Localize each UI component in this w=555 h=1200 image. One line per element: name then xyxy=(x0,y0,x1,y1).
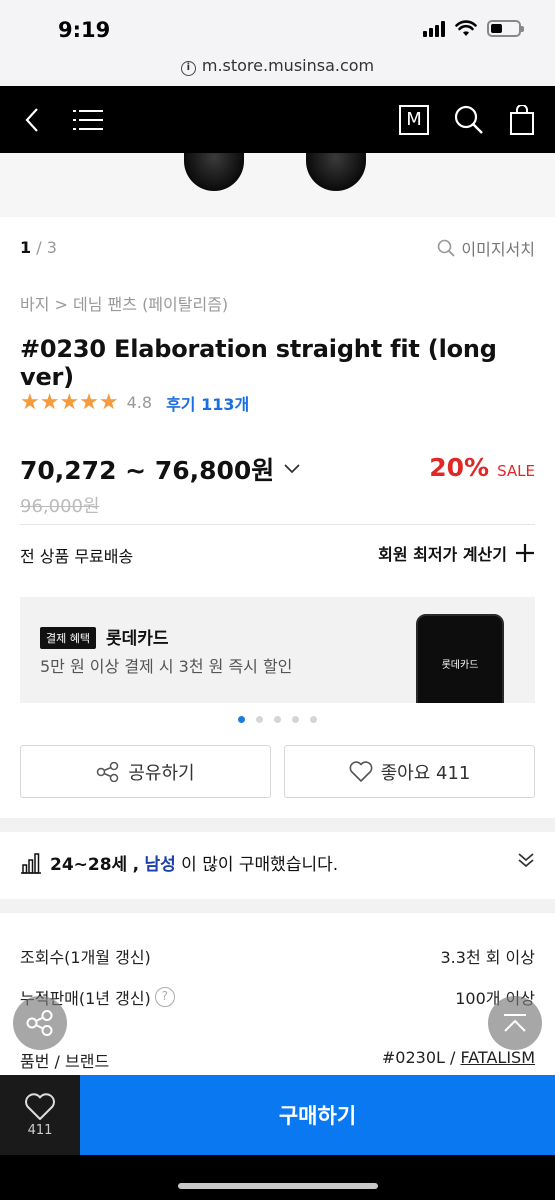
cellular-signal-icon xyxy=(423,20,445,37)
discount-percent: 20% xyxy=(429,453,490,482)
pager-total: / 3 xyxy=(36,238,57,257)
breadcrumb[interactable]: 바지 > 데님 팬츠 (페이탈리즘) xyxy=(20,291,228,315)
arrow-up-icon xyxy=(504,1014,526,1032)
hamburger-menu-icon[interactable] xyxy=(70,86,106,153)
demographic-age: 24~28세 xyxy=(50,855,128,875)
image-search-label: 이미지서치 xyxy=(461,240,535,259)
info-label: 조회수(1개월 갱신) xyxy=(20,948,151,967)
like-count: 411 xyxy=(27,1122,53,1138)
url-text: m.store.musinsa.com xyxy=(201,56,375,75)
phone-image: 롯데카드 xyxy=(416,614,504,703)
like-label: 좋아요 411 xyxy=(380,762,471,784)
home-area xyxy=(0,1155,555,1200)
home-indicator[interactable] xyxy=(178,1183,378,1189)
heart-icon xyxy=(349,761,373,782)
logo-text: M xyxy=(399,104,429,135)
header-nav: M xyxy=(0,86,555,153)
sale-label: SALE xyxy=(497,462,535,480)
divider xyxy=(20,524,535,525)
status-icons xyxy=(423,20,524,37)
brand-link[interactable]: FATALISM xyxy=(460,1048,535,1067)
bottom-purchase-bar: 411 구매하기 xyxy=(0,1075,555,1155)
url-bar[interactable]: i m.store.musinsa.com xyxy=(0,56,555,86)
discount: 20% SALE xyxy=(429,453,535,482)
benefit-tag: 결제 혜택 xyxy=(40,627,96,649)
price-text: 70,272 ~ 76,800원 xyxy=(20,456,275,485)
help-icon[interactable]: ? xyxy=(154,987,175,1007)
original-price: 96,000원 xyxy=(20,496,100,517)
pagination-dot[interactable] xyxy=(238,716,245,723)
demographic-suffix: 이 많이 구매했습니다. xyxy=(181,855,339,875)
battery-icon xyxy=(487,20,524,37)
image-pager: 1 / 3 xyxy=(20,238,57,257)
section-gap xyxy=(0,899,555,913)
pagination-dot[interactable] xyxy=(256,716,263,723)
payment-benefit-banner[interactable]: 결제 혜택 롯데카드 5만 원 이상 결제 시 3천 원 즉시 할인 롯데카드 xyxy=(20,597,535,703)
info-row-brand: 품번 / 브랜드 #0230L / FATALISM xyxy=(20,1048,535,1072)
bottom-like-button[interactable]: 411 xyxy=(0,1075,80,1155)
product-title: #0230 Elaboration straight fit (long ver… xyxy=(20,335,497,391)
price-calculator-button[interactable]: 회원 최저가 계산기 xyxy=(378,541,535,565)
heart-icon xyxy=(25,1092,55,1120)
chevron-down-icon xyxy=(284,464,300,474)
share-icon xyxy=(97,761,119,782)
phone-card-brand: 롯데카드 xyxy=(441,660,479,671)
rating-value: 4.8 xyxy=(126,393,153,412)
rating-stars: ★★★★★ xyxy=(20,390,119,415)
back-icon[interactable] xyxy=(14,86,50,153)
search-icon xyxy=(438,239,456,257)
info-icon[interactable]: i xyxy=(180,61,196,76)
section-gap xyxy=(0,818,555,832)
buyer-demographic: 24~28세 , 남성 이 많이 구매했습니다. xyxy=(20,850,338,875)
floating-share-button[interactable] xyxy=(13,996,67,1050)
product-image[interactable] xyxy=(0,153,555,217)
share-icon xyxy=(26,1010,53,1036)
expand-chevron-icon[interactable] xyxy=(517,852,535,872)
pager-current: 1 xyxy=(20,238,32,257)
search-icon[interactable] xyxy=(452,86,486,153)
musinsa-logo-icon[interactable]: M xyxy=(398,86,430,153)
benefit-description: 5만 원 이상 결제 시 3천 원 즉시 할인 xyxy=(40,657,293,676)
buy-button[interactable]: 구매하기 xyxy=(80,1075,555,1155)
price-range[interactable]: 70,272 ~ 76,800원 xyxy=(20,451,300,487)
image-search-button[interactable]: 이미지서치 xyxy=(437,236,535,260)
info-label: 품번 / 브랜드 xyxy=(20,1052,110,1071)
calculator-label: 회원 최저가 계산기 xyxy=(378,545,507,564)
banner-pagination xyxy=(0,716,555,723)
card-name: 롯데카드 xyxy=(106,629,169,649)
wifi-icon xyxy=(455,20,477,36)
demographic-gender: 남성 xyxy=(144,855,176,875)
status-bar: 9:19 xyxy=(0,0,555,60)
shopping-bag-icon[interactable] xyxy=(506,86,538,153)
product-photo-shoe-right xyxy=(306,153,366,191)
pagination-dot[interactable] xyxy=(310,716,317,723)
pagination-dot[interactable] xyxy=(292,716,299,723)
info-row-views: 조회수(1개월 갱신) 3.3천 회 이상 xyxy=(20,944,535,968)
share-button[interactable]: 공유하기 xyxy=(20,745,271,798)
share-label: 공유하기 xyxy=(128,762,195,784)
free-shipping-label: 전 상품 무료배송 xyxy=(20,547,134,566)
info-row-sales: 누적판매(1년 갱신)? 100개 이상 xyxy=(20,985,535,1009)
bar-chart-icon xyxy=(21,852,41,874)
plus-icon xyxy=(516,544,534,562)
demographic-separator: , xyxy=(132,855,140,875)
review-link[interactable]: 후기 113개 xyxy=(166,391,249,415)
rating: ★★★★★ 4.8 후기 113개 xyxy=(20,390,249,415)
product-photo-shoe-left xyxy=(184,153,244,191)
scroll-to-top-button[interactable] xyxy=(488,996,542,1050)
product-code: #0230L / xyxy=(381,1048,461,1067)
status-time: 9:19 xyxy=(58,18,111,42)
like-button[interactable]: 좋아요 411 xyxy=(284,745,535,798)
pagination-dot[interactable] xyxy=(274,716,281,723)
info-value: 3.3천 회 이상 xyxy=(440,948,536,967)
